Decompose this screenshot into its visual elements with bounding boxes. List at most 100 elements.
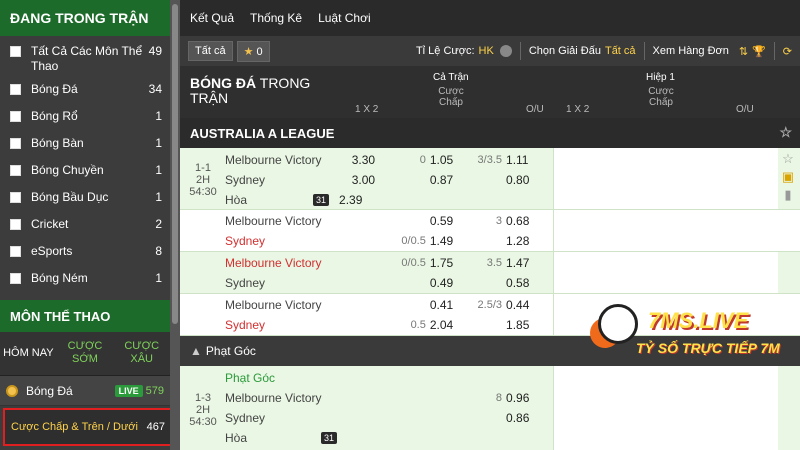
- scroll-thumb[interactable]: [172, 4, 178, 324]
- corners-status: 1-3 2H 54:30: [186, 392, 220, 428]
- main-panel: Kết Quả Thống Kê Luật Chơi Tất cả ★ 0 Tỉ…: [180, 0, 800, 450]
- ou-odds-under[interactable]: 1.28: [506, 234, 545, 248]
- checkbox[interactable]: [10, 111, 21, 122]
- football-row[interactable]: Bóng Đá LIVE 579: [0, 376, 170, 406]
- ou-odds-under[interactable]: 0.80: [506, 173, 545, 187]
- sport-label: Tất Cả Các Môn Thể Thao: [31, 44, 143, 73]
- ou-odds-over[interactable]: 0.96: [506, 391, 545, 405]
- ou-odds-under[interactable]: 1.85: [506, 318, 545, 332]
- draw-label: Hòa: [225, 193, 248, 207]
- star-icon[interactable]: ☆: [780, 150, 796, 168]
- app-root: ĐANG TRONG TRẬN Tất Cả Các Môn Thể Thao 4…: [0, 0, 800, 450]
- handicap-ou-count: 467: [146, 421, 165, 433]
- home-team: Melbourne Victory: [225, 256, 322, 270]
- sport-item-football[interactable]: Bóng Đá 34: [0, 78, 170, 105]
- dropdown-icon[interactable]: [499, 45, 512, 57]
- tab-early[interactable]: CƯỢC SỚM: [57, 332, 114, 375]
- stats-icon[interactable]: ▮: [780, 186, 796, 204]
- odds-1x2-away[interactable]: 3.00: [352, 173, 393, 187]
- column-header: BÓNG ĐÁ TRONG TRẬN Cả Trận Hiệp 1 1 X 2 C…: [180, 66, 800, 118]
- checkbox[interactable]: [10, 219, 21, 230]
- more-bets-badge[interactable]: 31: [321, 432, 338, 444]
- refresh-icon[interactable]: ⟳: [783, 45, 792, 58]
- ou-odds-under[interactable]: 0.58: [506, 276, 545, 290]
- sport-label: Bóng Chuyền: [31, 163, 104, 177]
- sport-label: Bóng Bầu Dục: [31, 190, 109, 204]
- sport-item-all[interactable]: Tất Cả Các Môn Thể Thao 49: [0, 40, 170, 78]
- handicap-odds-away[interactable]: 0.49: [430, 276, 469, 290]
- home-team: Melbourne Victory: [225, 153, 322, 167]
- ou-odds-over[interactable]: 1.11: [506, 153, 545, 167]
- alt-line-block: Melbourne Victory 0/0.5 1.75 3.5 1.47 Sydney…: [180, 252, 800, 294]
- corners-clock: 54:30: [189, 416, 217, 428]
- sport-label: Bóng Bàn: [31, 136, 84, 150]
- live-tv-icon[interactable]: ▣: [780, 168, 796, 186]
- away-team: Sydney: [225, 234, 266, 248]
- favorites-button[interactable]: ★ 0: [236, 40, 270, 62]
- odds-1x2-home[interactable]: 3.30: [352, 153, 393, 167]
- sport-item-esports[interactable]: eSports 8: [0, 240, 170, 267]
- checkbox[interactable]: [10, 46, 21, 57]
- checkbox[interactable]: [10, 84, 21, 95]
- handicap-odds-home[interactable]: 1.05: [430, 153, 469, 167]
- league-select-label[interactable]: Chọn Giải Đấu: [529, 45, 601, 57]
- sidebar-scrollbar[interactable]: [170, 0, 180, 450]
- sport-item-cricket[interactable]: Cricket 2: [0, 213, 170, 240]
- sport-item-table-tennis[interactable]: Bóng Bàn 1: [0, 132, 170, 159]
- nav-results[interactable]: Kết Quả: [190, 11, 234, 25]
- sport-count: 1: [155, 136, 162, 150]
- nav-rules[interactable]: Luật Chơi: [318, 11, 371, 25]
- tab-parlay[interactable]: CƯỢC XÂU: [113, 332, 170, 375]
- sort-icon[interactable]: ⇅: [739, 45, 748, 58]
- tab-today[interactable]: HÔM NAY: [0, 332, 57, 375]
- nav-stats[interactable]: Thống Kê: [250, 11, 302, 25]
- sport-label: eSports: [31, 244, 73, 258]
- handicap-odds-away[interactable]: 0.87: [430, 173, 469, 187]
- page-title: BÓNG ĐÁ TRONG TRẬN: [190, 76, 310, 106]
- handicap-ou-label: Cược Chấp & Trên / Dưới: [11, 421, 138, 433]
- ou-odds-over[interactable]: 1.47: [506, 256, 545, 270]
- home-team: Melbourne Victory: [225, 214, 322, 228]
- sport-label: Bóng Ném: [31, 271, 88, 285]
- handicap-line: 0.5: [410, 319, 426, 331]
- sport-item-basketball[interactable]: Bóng Rổ 1: [0, 105, 170, 132]
- handicap-odds-home[interactable]: 0.59: [430, 214, 469, 228]
- checkbox[interactable]: [10, 165, 21, 176]
- odds-1x2-draw[interactable]: 2.39: [339, 193, 381, 207]
- checkbox[interactable]: [10, 246, 21, 257]
- corners-title: Phạt Góc: [205, 344, 256, 358]
- collapse-icon[interactable]: ▲: [190, 344, 202, 358]
- handicap-odds-home[interactable]: 1.75: [430, 256, 469, 270]
- league-header[interactable]: AUSTRALIA A LEAGUE ☆: [180, 118, 800, 148]
- logo-tagline: TỶ SỐ TRỰC TIẾP 7M: [636, 340, 780, 356]
- handicap-ou-item[interactable]: Cược Chấp & Trên / Dưới 467: [3, 408, 173, 446]
- sport-item-volleyball[interactable]: Bóng Chuyền 1: [0, 159, 170, 186]
- ou-odds-over[interactable]: 0.68: [506, 214, 545, 228]
- football-label: Bóng Đá: [26, 383, 73, 398]
- checkbox[interactable]: [10, 273, 21, 284]
- handicap-odds-away[interactable]: 2.04: [430, 318, 469, 332]
- league-select-value[interactable]: Tất cả: [605, 45, 636, 57]
- single-view-button[interactable]: Xem Hàng Đơn: [653, 45, 729, 57]
- title-line2: TRẬN: [190, 90, 229, 106]
- away-team: Sydney: [225, 318, 266, 332]
- match-block: 1-1 2H 54:30 Melbourne Victory 3.30 0 1.…: [180, 148, 800, 210]
- ou-odds-over[interactable]: 0.44: [506, 298, 545, 312]
- handicap-odds-home[interactable]: 0.41: [430, 298, 469, 312]
- checkbox[interactable]: [10, 192, 21, 203]
- star-icon[interactable]: ☆: [779, 124, 792, 141]
- sport-item-rugby[interactable]: Bóng Bầu Dục 1: [0, 186, 170, 213]
- home-team: Melbourne Victory: [225, 298, 322, 312]
- more-bets-badge[interactable]: 31: [313, 194, 330, 206]
- away-team: Sydney: [225, 276, 266, 290]
- league-name: AUSTRALIA A LEAGUE: [190, 126, 335, 141]
- sport-count: 8: [155, 244, 162, 258]
- handicap-odds-away[interactable]: 1.49: [430, 234, 469, 248]
- checkbox[interactable]: [10, 138, 21, 149]
- live-badge: LIVE: [114, 384, 143, 397]
- all-button[interactable]: Tất cả: [188, 41, 233, 61]
- ou-odds-under[interactable]: 0.86: [506, 411, 545, 425]
- odds-type-select[interactable]: HK: [479, 45, 494, 57]
- trophy-icon[interactable]: 🏆: [752, 45, 766, 58]
- sport-item-handball[interactable]: Bóng Ném 1: [0, 267, 170, 294]
